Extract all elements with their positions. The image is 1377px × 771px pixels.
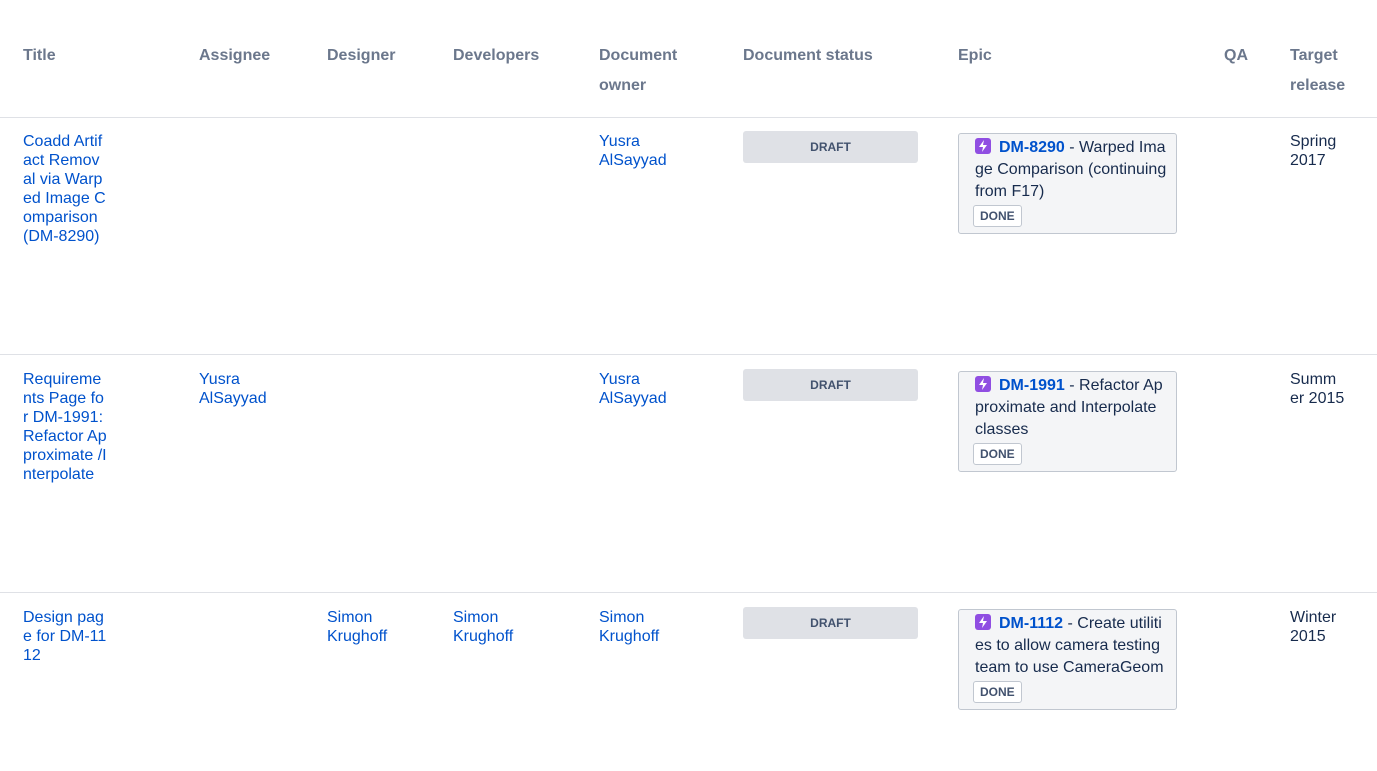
- row-designer-link[interactable]: Simon Krughoff: [327, 609, 387, 645]
- column-header-target-release-line2: release: [1290, 77, 1346, 94]
- column-header-assignee[interactable]: Assignee: [199, 41, 270, 71]
- epic-status-lozenge: DONE: [973, 443, 1022, 465]
- epic-key-link[interactable]: DM-8290: [999, 139, 1065, 156]
- row-title-link[interactable]: Coadd Artifact Removal via Warped Image …: [23, 133, 106, 245]
- epic-key-link[interactable]: DM-1991: [999, 377, 1065, 394]
- column-header-document-owner-line1: Document: [599, 47, 678, 64]
- epic-lightning-icon: [975, 614, 991, 630]
- table-row: Design page for DM-1112 Simon Krughoff S…: [0, 593, 1377, 771]
- document-status-badge: DRAFT: [743, 131, 918, 163]
- column-header-epic[interactable]: Epic: [958, 41, 992, 71]
- column-header-qa[interactable]: QA: [1224, 41, 1248, 71]
- epic-card[interactable]: DM-1991 - Refactor Approximate and Inter…: [958, 371, 1177, 472]
- column-header-document-status[interactable]: Document status: [743, 41, 873, 71]
- table-row: Coadd Artifact Removal via Warped Image …: [0, 117, 1377, 355]
- epic-key-link[interactable]: DM-1112: [999, 615, 1063, 632]
- column-header-target-release[interactable]: Target release: [1290, 41, 1345, 101]
- row-owner-link[interactable]: Simon Krughoff: [599, 609, 659, 645]
- row-assignee-link[interactable]: Yusra AlSayyad: [199, 371, 267, 407]
- document-status-badge: DRAFT: [743, 607, 918, 639]
- epic-status-lozenge: DONE: [973, 681, 1022, 703]
- target-release: Spring 2017: [1290, 133, 1337, 169]
- column-header-target-release-line1: Target: [1290, 47, 1338, 64]
- target-release: Winter 2015: [1290, 609, 1337, 645]
- epic-lightning-icon: [975, 138, 991, 154]
- row-title-link[interactable]: Requirements Page for DM-1991: Refactor …: [23, 371, 107, 483]
- document-status-badge: DRAFT: [743, 369, 918, 401]
- target-release: Summer 2015: [1290, 371, 1345, 407]
- row-title-link[interactable]: Design page for DM-1112: [23, 609, 106, 664]
- column-header-designer[interactable]: Designer: [327, 41, 395, 71]
- epic-card[interactable]: DM-8290 - Warped Image Comparison (conti…: [958, 133, 1177, 234]
- column-header-developers[interactable]: Developers: [453, 41, 539, 71]
- epic-lightning-icon: [975, 376, 991, 392]
- row-developers-link[interactable]: Simon Krughoff: [453, 609, 513, 645]
- row-owner-link[interactable]: Yusra AlSayyad: [599, 133, 667, 169]
- column-header-document-owner-line2: owner: [599, 77, 647, 94]
- epic-card[interactable]: DM-1112 - Create utilities to allow came…: [958, 609, 1177, 710]
- column-header-document-owner[interactable]: Document owner: [599, 41, 677, 101]
- epic-status-lozenge: DONE: [973, 205, 1022, 227]
- row-owner-link[interactable]: Yusra AlSayyad: [599, 371, 667, 407]
- table-row: Requirements Page for DM-1991: Refactor …: [0, 355, 1377, 593]
- column-header-title[interactable]: Title: [23, 41, 56, 71]
- table-header: Title Assignee Designer Developers Docum…: [0, 0, 1377, 118]
